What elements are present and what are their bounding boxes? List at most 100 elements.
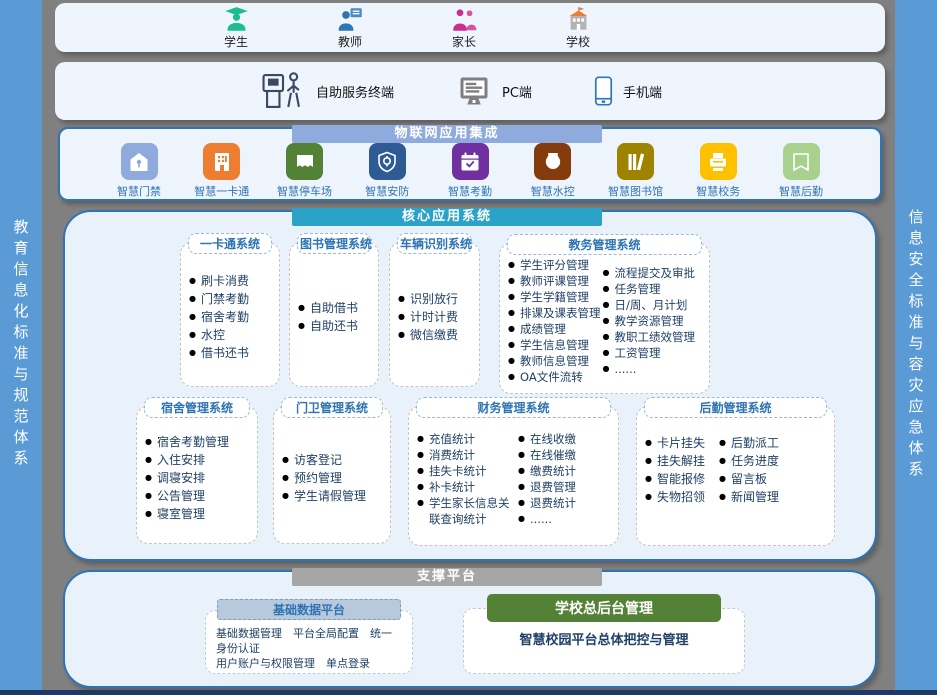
- system-card-title: 车辆识别系统: [397, 233, 472, 254]
- feature-item: 借书还书: [189, 344, 249, 362]
- iot-label: 智慧一卡通: [194, 183, 249, 199]
- feature-list: 在线收缴在线催缴缴费统计退费管理退费统计......: [518, 431, 576, 527]
- feature-item: 充值统计: [417, 431, 516, 447]
- terminal-label: 自助服务终端: [316, 82, 394, 101]
- feature-item: 调寝安排: [145, 469, 229, 487]
- iot-label: 智慧图书馆: [608, 183, 663, 199]
- feature-item: 学生信息管理: [508, 337, 600, 353]
- system-card-onecard: 一卡通系统刷卡消费门禁考勤宿舍考勤水控借书还书: [180, 242, 280, 387]
- iot-section-title: 物联网应用集成: [292, 125, 602, 143]
- user-label: 学校: [566, 33, 590, 50]
- system-card-title: 门卫管理系统: [281, 397, 383, 418]
- school-icon: [565, 6, 592, 33]
- feature-item: 教师信息管理: [508, 353, 600, 369]
- support-panel: 支撑平台 基础数据平台 基础数据管理 平台全局配置 统一身份认证 用户账户与权限…: [63, 570, 877, 688]
- iot-label: 智慧校务: [696, 183, 740, 199]
- users-row: 学生 教师 家长 学校: [55, 3, 885, 52]
- system-card-title: 财务管理系统: [416, 397, 611, 418]
- terminal-label: PC端: [502, 82, 532, 101]
- core-section-title: 核心应用系统: [292, 208, 602, 226]
- feature-item: 卡片挂失: [645, 434, 705, 452]
- system-card-academic: 教务管理系统学生评分管理教师评课管理学生学籍管理排课及课表管理成绩管理学生信息管…: [499, 243, 710, 394]
- system-card-finance: 财务管理系统充值统计消费统计挂失卡统计补卡统计学生家长信息关联查询统计在线收缴在…: [408, 406, 619, 546]
- left-standards-label: 教育信息化标准与规范体系: [11, 219, 32, 471]
- iot-parking: 智慧停车场: [268, 143, 342, 199]
- feature-item: 水控: [189, 326, 249, 344]
- feature-item: 排课及课表管理: [508, 305, 600, 321]
- iot-panel: 物联网应用集成 智慧门禁智慧一卡通智慧停车场智慧安防智慧考勤智慧水控智慧图书馆智…: [58, 127, 882, 201]
- parents-icon: [451, 6, 478, 33]
- school-affairs-icon: [700, 143, 737, 180]
- system-card-gate: 门卫管理系统访客登记预约管理学生请假管理: [273, 406, 391, 544]
- bottom-border: [0, 690, 937, 695]
- iot-access-control: 智慧门禁: [102, 143, 176, 199]
- feature-list: 宿舍考勤管理入住安排调寝安排公告管理寝室管理: [145, 433, 229, 523]
- feature-item: 寝室管理: [145, 505, 229, 523]
- feature-item: 刷卡消费: [189, 272, 249, 290]
- school-admin-content: 智慧校园平台总体把控与管理: [464, 622, 744, 648]
- feature-item: ......: [602, 361, 694, 377]
- terminals-row: 自助服务终端PC端手机端: [55, 62, 885, 120]
- user-parents: 家长: [433, 6, 495, 50]
- feature-item: 在线收缴: [518, 431, 576, 447]
- access-control-icon: [121, 143, 158, 180]
- feature-item: 退费统计: [518, 495, 576, 511]
- feature-item: 失物招领: [645, 488, 705, 506]
- teacher-icon: [337, 6, 364, 33]
- feature-list: 学生评分管理教师评课管理学生学籍管理排课及课表管理成绩管理学生信息管理教师信息管…: [508, 257, 600, 385]
- terminals-panel: 自助服务终端PC端手机端: [55, 62, 885, 120]
- system-card-columns: 自助借书自助还书: [290, 254, 378, 386]
- feature-item: ......: [518, 511, 576, 527]
- feature-item: 入住安排: [145, 451, 229, 469]
- system-card-columns: 学生评分管理教师评课管理学生学籍管理排课及课表管理成绩管理学生信息管理教师信息管…: [500, 255, 709, 393]
- school-admin-card: 学校总后台管理 智慧校园平台总体把控与管理: [463, 608, 745, 674]
- system-card-logistics: 后勤管理系统卡片挂失挂失解挂智能报修失物招领后勤派工任务进度留言板新闻管理: [636, 406, 835, 546]
- desktop-icon: [456, 73, 492, 109]
- support-section-title: 支撑平台: [292, 568, 602, 586]
- kiosk-icon: [260, 69, 306, 113]
- iot-school-affairs: 智慧校务: [681, 143, 755, 199]
- base-platform-line: 基础数据管理 平台全局配置 统一身份认证: [216, 626, 402, 656]
- left-standards-sidebar: 教育信息化标准与规范体系: [0, 0, 42, 690]
- feature-item: 退费管理: [518, 479, 576, 495]
- user-label: 学生: [224, 33, 248, 50]
- one-card-icon: [203, 143, 240, 180]
- feature-list: 识别放行计时计费微信缴费: [398, 290, 458, 344]
- phone-icon: [594, 75, 613, 107]
- system-card-library: 图书管理系统自助借书自助还书: [289, 242, 379, 387]
- system-card-columns: 刷卡消费门禁考勤宿舍考勤水控借书还书: [181, 254, 279, 386]
- base-data-platform-body: 基础数据管理 平台全局配置 统一身份认证 用户账户与权限管理 单点登录: [206, 620, 412, 671]
- water-control-icon: [534, 143, 571, 180]
- iot-security: 智慧安防: [350, 143, 424, 199]
- iot-library: 智慧图书馆: [599, 143, 673, 199]
- feature-item: 学生请假管理: [282, 487, 366, 505]
- feature-item: 在线催缴: [518, 447, 576, 463]
- feature-item: OA文件流转: [508, 369, 600, 385]
- system-card-columns: 识别放行计时计费微信缴费: [390, 254, 479, 386]
- users-panel: 学生 教师 家长 学校: [55, 3, 885, 52]
- system-card-title: 宿舍管理系统: [144, 397, 250, 418]
- system-card-title: 教务管理系统: [507, 234, 702, 255]
- user-student: 学生: [205, 6, 267, 50]
- system-card-columns: 访客登记预约管理学生请假管理: [274, 418, 390, 543]
- feature-list: 自助借书自助还书: [298, 299, 358, 335]
- feature-item: 学生家长信息关联查询统计: [417, 495, 516, 527]
- feature-item: 消费统计: [417, 447, 516, 463]
- feature-list: 访客登记预约管理学生请假管理: [282, 451, 366, 505]
- feature-item: 留言板: [719, 470, 779, 488]
- user-label: 教师: [338, 33, 362, 50]
- iot-label: 智慧安防: [365, 183, 409, 199]
- terminal-kiosk: 自助服务终端: [260, 69, 394, 113]
- iot-attendance: 智慧考勤: [433, 143, 507, 199]
- user-label: 家长: [452, 33, 476, 50]
- system-card-columns: 宿舍考勤管理入住安排调寝安排公告管理寝室管理: [137, 418, 257, 543]
- feature-item: 流程提交及审批: [602, 265, 694, 281]
- feature-item: 挂失卡统计: [417, 463, 516, 479]
- feature-item: 智能报修: [645, 470, 705, 488]
- feature-item: 挂失解挂: [645, 452, 705, 470]
- feature-list: 刷卡消费门禁考勤宿舍考勤水控借书还书: [189, 272, 249, 362]
- smart-campus-architecture-diagram: 教育信息化标准与规范体系 信息安全标准与容灾应急体系 学生教师家长学校 自助服务…: [0, 0, 937, 695]
- attendance-icon: [452, 143, 489, 180]
- feature-item: 学生评分管理: [508, 257, 600, 273]
- feature-item: 识别放行: [398, 290, 458, 308]
